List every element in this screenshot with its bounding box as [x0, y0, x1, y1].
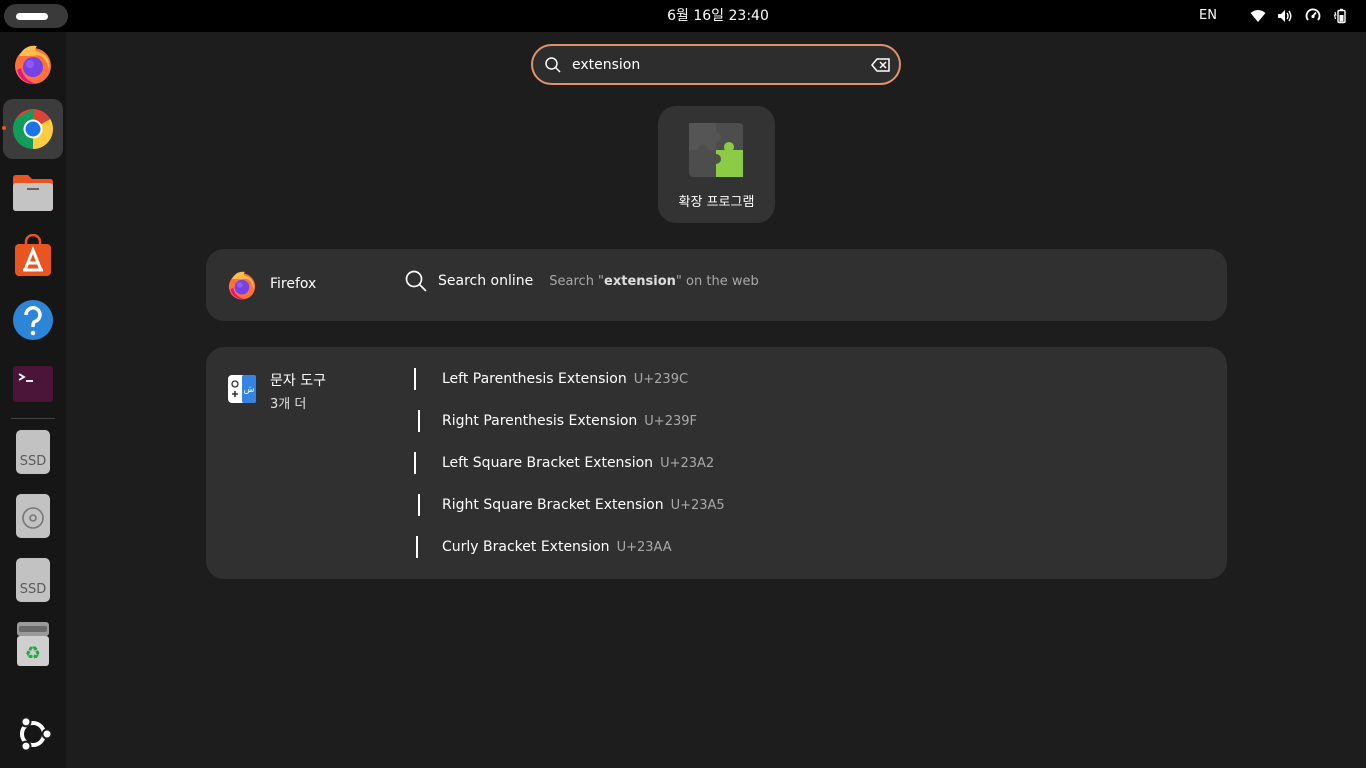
- search-provider-firefox: Firefox Search online Search "extension"…: [206, 249, 1227, 321]
- more-results-count[interactable]: 3개 더: [270, 393, 306, 412]
- character-result[interactable]: Right Parenthesis Extension U+239F: [406, 406, 697, 436]
- dock-trash[interactable]: ♻: [3, 614, 63, 674]
- running-indicator: [2, 126, 6, 130]
- result-description: Search "extension" on the web: [549, 273, 759, 289]
- trash-icon: ♻: [17, 622, 49, 666]
- character-result[interactable]: Curly Bracket Extension U+23AA: [406, 532, 672, 562]
- provider-name: Firefox: [270, 276, 317, 292]
- input-language-indicator[interactable]: EN: [1199, 0, 1217, 32]
- ssd-drive-icon: SSD: [16, 430, 50, 474]
- ssd-drive-label: SSD: [20, 454, 47, 469]
- result-title: Search online: [438, 273, 534, 289]
- clear-search-icon[interactable]: [871, 56, 891, 74]
- workspace-indicator: [16, 13, 48, 20]
- character-glyph: [406, 532, 432, 562]
- character-result[interactable]: Left Parenthesis Extension U+239C: [406, 364, 688, 394]
- ssd-drive-label: SSD: [20, 582, 47, 597]
- wifi-icon[interactable]: [1250, 8, 1266, 24]
- volume-icon[interactable]: [1277, 8, 1293, 24]
- dock-firefox[interactable]: [3, 34, 63, 94]
- dock-app-center[interactable]: [3, 226, 63, 286]
- activities-button[interactable]: [4, 4, 68, 28]
- chrome-icon: [13, 109, 53, 149]
- puzzle-piece-icon: [689, 123, 743, 177]
- optical-drive-icon: [16, 494, 50, 538]
- date-time[interactable]: 6월 16일 23:40: [667, 8, 769, 24]
- app-result-label: 확장 프로그램: [678, 195, 755, 210]
- dock-help[interactable]: [3, 290, 63, 350]
- help-icon: [13, 300, 53, 340]
- power-profile-icon[interactable]: [1305, 8, 1321, 24]
- dock: SSD SSD ♻: [0, 32, 66, 768]
- top-bar: 6월 16일 23:40 EN: [0, 0, 1366, 32]
- dock-optical-drive[interactable]: [3, 486, 63, 546]
- clock-area: 6월 16일 23:40: [0, 0, 1366, 32]
- characters-app-icon: ش: [228, 375, 256, 403]
- dock-separator: [11, 418, 55, 419]
- terminal-icon: [13, 366, 53, 402]
- dock-terminal[interactable]: [3, 354, 63, 414]
- firefox-icon: [228, 271, 256, 300]
- search-online-result[interactable]: Search online Search "extension" on the …: [404, 269, 759, 293]
- character-glyph: [406, 406, 432, 436]
- svg-text:ش: ش: [244, 385, 255, 395]
- dock-chrome[interactable]: [2, 99, 63, 159]
- battery-icon[interactable]: [1333, 8, 1349, 24]
- search-provider-characters: ش 문자 도구 3개 더 Left Parenthesis Extension …: [206, 347, 1227, 579]
- app-result-extensions[interactable]: 확장 프로그램: [658, 106, 775, 223]
- files-icon: [13, 175, 53, 211]
- firefox-icon: [15, 45, 51, 84]
- app-center-icon: [15, 234, 51, 276]
- ubuntu-logo-icon: [20, 716, 53, 752]
- ssd-drive-icon: SSD: [16, 558, 50, 602]
- character-result[interactable]: Right Square Bracket Extension U+23A5: [406, 490, 725, 520]
- dock-ssd-drive-2[interactable]: SSD: [3, 550, 63, 610]
- svg-text:♻: ♻: [25, 643, 41, 664]
- search-icon: [545, 57, 561, 73]
- character-glyph: [406, 448, 432, 478]
- provider-name: 문자 도구: [270, 373, 326, 389]
- dock-files[interactable]: [3, 162, 63, 222]
- search-box[interactable]: [531, 44, 901, 85]
- dock-ssd-drive-1[interactable]: SSD: [3, 422, 63, 482]
- show-applications-button[interactable]: [3, 704, 63, 764]
- character-glyph: [406, 364, 432, 394]
- search-icon: [405, 270, 427, 292]
- character-glyph: [406, 490, 432, 520]
- search-input[interactable]: [572, 53, 862, 77]
- character-result[interactable]: Left Square Bracket Extension U+23A2: [406, 448, 714, 478]
